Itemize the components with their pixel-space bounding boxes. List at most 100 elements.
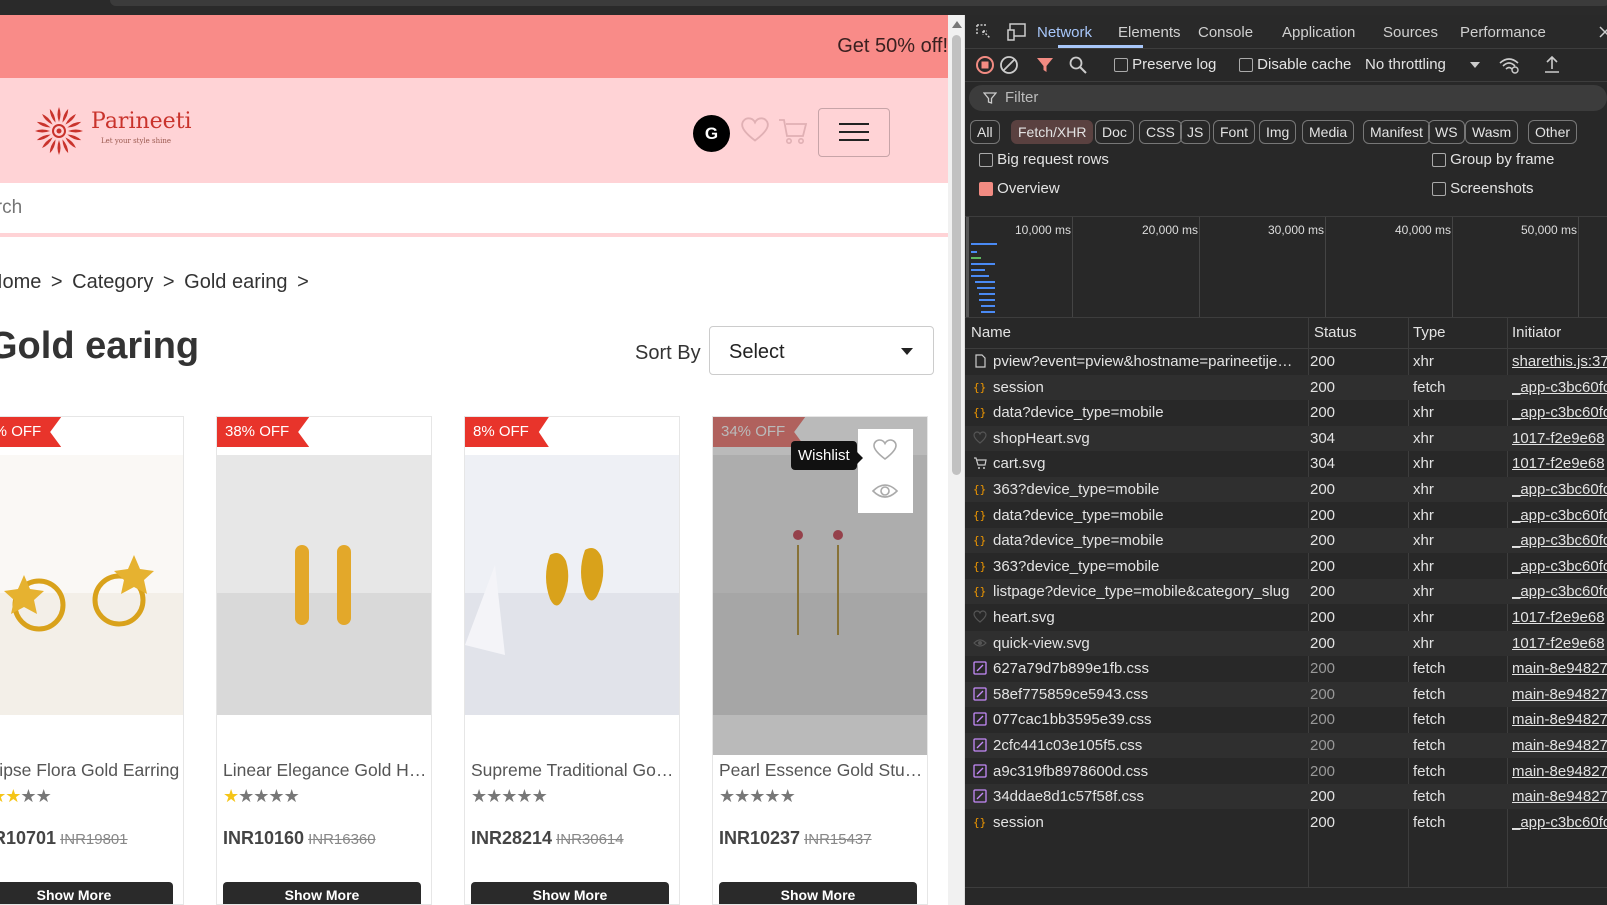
page-scrollbar[interactable] bbox=[948, 15, 965, 905]
column-header-name[interactable]: Name bbox=[971, 324, 1011, 341]
request-name[interactable]: listpage?device_type=mobile&category_slu… bbox=[993, 583, 1293, 600]
request-row[interactable]: {} data?device_type=mobile 200 xhr _app-c3bc… bbox=[965, 503, 1607, 528]
inspect-element-icon[interactable] bbox=[975, 23, 993, 41]
tab-console[interactable]: Console bbox=[1198, 24, 1253, 41]
request-row[interactable]: {} listpage?device_type=mobile&category_s… bbox=[965, 579, 1607, 605]
request-row[interactable]: {} data?device_type=mobile 200 xhr _app-c3bc… bbox=[965, 528, 1607, 554]
chip-all[interactable]: All bbox=[970, 120, 1000, 144]
request-initiator-link[interactable]: 1017-f2e9e68 bbox=[1512, 430, 1605, 447]
request-name[interactable]: heart.svg bbox=[993, 609, 1293, 626]
request-initiator-link[interactable]: _app-c3bc60fc bbox=[1512, 379, 1607, 396]
menu-button[interactable] bbox=[818, 108, 890, 157]
chip-fetchxhr[interactable]: Fetch/XHR bbox=[1011, 120, 1094, 144]
product-card[interactable]: 45% OFF Eclipse Flora Gold Earring ★★★★★ IN… bbox=[0, 416, 184, 905]
record-stop-icon[interactable] bbox=[975, 55, 995, 75]
request-row[interactable]: cart.svg 304 xhr 1017-f2e9e68 bbox=[965, 451, 1607, 476]
request-initiator-link[interactable]: _app-c3bc60fc bbox=[1512, 583, 1607, 600]
request-row[interactable]: 077cac1bb3595e39.css 200 fetch main-8e94827 bbox=[965, 707, 1607, 732]
column-header-type[interactable]: Type bbox=[1413, 324, 1446, 341]
chip-img[interactable]: Img bbox=[1259, 120, 1297, 144]
request-name[interactable]: 58ef775859ce5943.css bbox=[993, 686, 1293, 703]
request-name[interactable]: 34ddae8d1c57f58f.css bbox=[993, 788, 1293, 805]
show-more-button[interactable]: Show More bbox=[719, 882, 917, 904]
brand-logo[interactable]: Parineeti Let your style shine bbox=[33, 105, 223, 161]
chip-wasm[interactable]: Wasm bbox=[1465, 120, 1519, 144]
request-name[interactable]: pview?event=pview&hostname=parineetijewe… bbox=[993, 353, 1293, 370]
request-initiator-link[interactable]: _app-c3bc60fc bbox=[1512, 558, 1607, 575]
request-initiator-link[interactable]: main-8e94827 bbox=[1512, 711, 1607, 728]
request-name[interactable]: a9c319fb8978600d.css bbox=[993, 763, 1293, 780]
close-icon[interactable] bbox=[1599, 26, 1607, 38]
chip-other[interactable]: Other bbox=[1528, 120, 1578, 144]
breadcrumb-home[interactable]: Home bbox=[0, 271, 41, 293]
request-row[interactable]: {} session 200 fetch _app-c3bc60fc bbox=[965, 810, 1607, 835]
request-initiator-link[interactable]: 1017-f2e9e68 bbox=[1512, 455, 1605, 472]
product-card[interactable]: 8% OFF Supreme Traditional Gold Earrings ★… bbox=[464, 416, 680, 905]
request-row[interactable]: {} 363?device_type=mobile 200 xhr _app-c3bc6… bbox=[965, 554, 1607, 579]
request-row[interactable]: 58ef775859ce5943.css 200 fetch main-8e94827 bbox=[965, 681, 1607, 707]
clear-icon[interactable] bbox=[999, 55, 1019, 75]
request-name[interactable]: session bbox=[993, 814, 1293, 831]
request-name[interactable]: 2cfc441c03e105f5.css bbox=[993, 737, 1293, 754]
product-name[interactable]: Eclipse Flora Gold Earring bbox=[0, 760, 181, 781]
network-conditions-icon[interactable] bbox=[1498, 55, 1520, 75]
chip-media[interactable]: Media bbox=[1302, 120, 1355, 144]
request-row[interactable]: heart.svg 200 xhr 1017-f2e9e68 bbox=[965, 605, 1607, 630]
request-row[interactable]: 34ddae8d1c57f58f.css 200 fetch main-8e94827 bbox=[965, 784, 1607, 810]
chip-doc[interactable]: Doc bbox=[1095, 120, 1134, 144]
export-har-icon[interactable] bbox=[1543, 55, 1561, 75]
request-initiator-link[interactable]: main-8e94827 bbox=[1512, 686, 1607, 703]
breadcrumb-current[interactable]: Gold earing bbox=[184, 271, 287, 293]
request-name[interactable]: 077cac1bb3595e39.css bbox=[993, 711, 1293, 728]
preserve-log-checkbox[interactable]: Preserve log bbox=[1114, 56, 1216, 73]
request-name[interactable]: quick-view.svg bbox=[993, 635, 1293, 652]
product-name[interactable]: Supreme Traditional Gold Earrings bbox=[471, 760, 677, 781]
request-initiator-link[interactable]: sharethis.js:37 bbox=[1512, 353, 1607, 370]
disable-cache-checkbox[interactable]: Disable cache bbox=[1239, 56, 1351, 73]
heart-icon[interactable] bbox=[873, 439, 897, 461]
tab-elements[interactable]: Elements bbox=[1118, 24, 1181, 41]
network-overview-timeline[interactable]: 10,000 ms 20,000 ms 30,000 ms 40,000 ms 50,0… bbox=[965, 216, 1607, 318]
screenshots-checkbox[interactable]: Screenshots bbox=[1432, 180, 1534, 197]
request-row[interactable]: {} data?device_type=mobile 200 xhr _app-c3bc… bbox=[965, 400, 1607, 425]
product-card[interactable]: 34% OFFPearl Essence Gold Stud Earrings★… bbox=[712, 416, 928, 905]
search-input[interactable] bbox=[0, 191, 864, 225]
request-row[interactable]: {} 363?device_type=mobile 200 xhr _app-c3bc6… bbox=[965, 477, 1607, 502]
request-row[interactable]: quick-view.svg 200 xhr 1017-f2e9e68 bbox=[965, 630, 1607, 656]
chip-ws[interactable]: WS bbox=[1428, 120, 1465, 144]
request-row[interactable]: 2cfc441c03e105f5.css 200 fetch main-8e94827 bbox=[965, 733, 1607, 758]
request-name[interactable]: 627a79d7b899e1fb.css bbox=[993, 660, 1293, 677]
show-more-button[interactable]: Show More bbox=[0, 882, 173, 904]
request-initiator-link[interactable]: _app-c3bc60fc bbox=[1512, 481, 1607, 498]
product-image[interactable] bbox=[0, 455, 183, 715]
request-row[interactable]: 627a79d7b899e1fb.css 200 fetch main-8e94827 bbox=[965, 656, 1607, 681]
chip-js[interactable]: JS bbox=[1180, 120, 1211, 144]
quick-view-eye-icon[interactable] bbox=[871, 481, 899, 501]
request-name[interactable]: 363?device_type=mobile bbox=[993, 558, 1293, 575]
request-initiator-link[interactable]: _app-c3bc60fc bbox=[1512, 507, 1607, 524]
overview-checkbox[interactable]: Overview bbox=[979, 180, 1060, 197]
device-toolbar-icon[interactable] bbox=[1007, 23, 1029, 41]
big-request-rows-checkbox[interactable]: Big request rows bbox=[979, 151, 1109, 168]
filter-icon[interactable] bbox=[1035, 55, 1055, 75]
product-name[interactable]: Linear Elegance Gold Hoop Earrings bbox=[223, 760, 429, 781]
show-more-button[interactable]: Show More bbox=[223, 882, 421, 904]
request-initiator-link[interactable]: _app-c3bc60fc bbox=[1512, 404, 1607, 421]
column-header-initiator[interactable]: Initiator bbox=[1512, 324, 1561, 341]
chip-css[interactable]: CSS bbox=[1139, 120, 1182, 144]
sort-select[interactable]: Select bbox=[709, 326, 934, 375]
chip-manifest[interactable]: Manifest bbox=[1363, 120, 1430, 144]
request-row[interactable]: {} session 200 fetch _app-c3bc60fc bbox=[965, 374, 1607, 400]
request-initiator-link[interactable]: main-8e94827 bbox=[1512, 763, 1607, 780]
group-by-frame-checkbox[interactable]: Group by frame bbox=[1432, 151, 1554, 168]
request-row[interactable]: shopHeart.svg 304 xhr 1017-f2e9e68 bbox=[965, 425, 1607, 451]
request-name[interactable]: data?device_type=mobile bbox=[993, 507, 1293, 524]
product-image[interactable] bbox=[217, 455, 431, 715]
column-header-status[interactable]: Status bbox=[1314, 324, 1357, 341]
scrollbar-thumb[interactable] bbox=[952, 35, 961, 475]
request-name[interactable]: cart.svg bbox=[993, 455, 1293, 472]
product-image[interactable] bbox=[465, 455, 679, 715]
request-initiator-link[interactable]: 1017-f2e9e68 bbox=[1512, 635, 1605, 652]
request-name[interactable]: session bbox=[993, 379, 1293, 396]
request-name[interactable]: shopHeart.svg bbox=[993, 430, 1293, 447]
